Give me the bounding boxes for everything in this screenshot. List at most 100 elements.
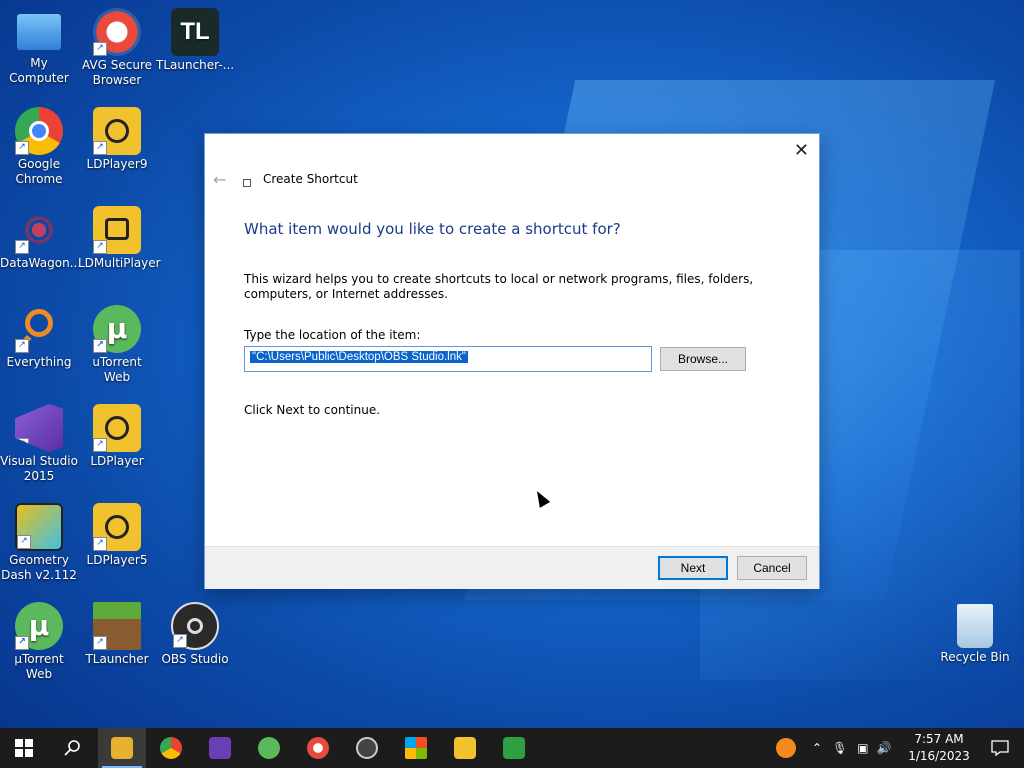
geometry-dash-icon: ↗ [15,503,63,551]
desktop-icon-label: uTorrent Web [92,355,142,384]
chevron-up-icon[interactable]: ⌃ [812,741,822,755]
microsoft-store-icon [405,737,427,759]
shortcut-arrow-icon: ↗ [93,438,107,452]
ldplayer-icon: ↗ [93,107,141,155]
desktop-icon-label: LDMultiPlayer [78,256,161,270]
desktop-icon-everything[interactable]: ↗ Everything [0,305,78,370]
desktop-icon-label: DataWagon... [0,256,82,270]
desktop-icon-label: µTorrent Web [14,652,64,681]
desktop-icon-geometry-dash[interactable]: ↗ Geometry Dash v2.112 [0,503,78,583]
avg-browser-icon: ↗ [93,8,141,56]
taskbar-obs[interactable] [343,728,391,768]
shortcut-arrow-icon: ↗ [173,634,187,648]
xbox-icon [503,737,525,759]
taskbar-xbox[interactable] [490,728,538,768]
taskbar-microsoft-store[interactable] [392,728,440,768]
desktop-icon-my-computer[interactable]: My Computer [0,8,78,86]
desktop-icon-utorrent-web-2[interactable]: µ ↗ µTorrent Web [0,602,78,682]
volume-icon[interactable]: 🔊 [877,741,892,755]
desktop-icon-tlauncher[interactable]: ↗ TLauncher [78,602,156,667]
cancel-button[interactable]: Cancel [737,556,807,580]
create-shortcut-dialog: ✕ ← Create Shortcut What item would you … [205,134,819,589]
shortcut-arrow-icon: ↗ [15,339,29,353]
desktop-icon-ldmultiplayer[interactable]: ↗ LDMultiPlayer [78,206,161,271]
chrome-icon [160,737,182,759]
system-tray: ⌃ 🎙 ▣ 🔊 [776,728,892,768]
taskbar-chrome[interactable] [147,728,195,768]
desktop-icon-ldplayer9[interactable]: ↗ LDPlayer9 [78,107,156,172]
windows-icon [15,739,33,757]
taskbar-ldplayer[interactable] [441,728,489,768]
desktop-icon-visual-studio[interactable]: ↗ Visual Studio 2015 [0,404,78,484]
desktop-icon-obs-studio[interactable]: ↗ OBS Studio [156,602,234,667]
desktop-icon-label: Recycle Bin [940,650,1010,664]
desktop-icon-label: AVG Secure Browser [81,58,153,87]
minecraft-icon: ↗ [93,602,141,650]
desktop-icon-avg-browser[interactable]: ↗ AVG Secure Browser [78,8,156,88]
taskbar: ⌃ 🎙 ▣ 🔊 7:57 AM 1/16/2023 [0,728,1024,768]
dialog-title: Create Shortcut [263,172,358,186]
dialog-footer: Next Cancel [205,546,819,589]
location-input[interactable]: "C:\Users\Public\Desktop\OBS Studio.lnk" [244,346,652,372]
shortcut-arrow-icon: ↗ [15,438,29,452]
visual-studio-icon [209,737,231,759]
computer-icon [17,14,61,50]
shortcut-arrow-icon: ↗ [93,240,107,254]
shortcut-arrow-icon: ↗ [93,537,107,551]
search-button[interactable] [48,728,96,768]
clock-date: 1/16/2023 [908,749,970,763]
taskbar-file-explorer[interactable] [98,728,146,768]
action-center-button[interactable] [976,728,1024,768]
shortcut-arrow-icon: ↗ [17,535,31,549]
avg-browser-icon [307,737,329,759]
desktop-icon-datawagon[interactable]: ↗ DataWagon... [0,206,82,271]
obs-icon: ↗ [171,602,219,650]
network-icon[interactable]: ▣ [857,741,868,755]
desktop-icon-label: Everything [6,355,72,369]
tlauncher-icon: TL [171,8,219,56]
back-arrow-icon[interactable]: ← [213,170,226,189]
continue-hint: Click Next to continue. [244,403,381,417]
utorrent-icon [258,737,280,759]
shortcut-arrow-icon: ↗ [93,141,107,155]
shortcut-arrow-icon: ↗ [15,141,29,155]
ldplayer-icon [454,737,476,759]
clock[interactable]: 7:57 AM 1/16/2023 [905,731,973,765]
browse-button[interactable]: Browse... [660,347,746,371]
location-label: Type the location of the item: [244,328,421,342]
desktop-icon-google-chrome[interactable]: ↗ Google Chrome [0,107,78,187]
desktop-icon-ldplayer[interactable]: ↗ LDPlayer [78,404,156,469]
desktop-icon-label: My Computer [9,56,69,85]
desktop-icon-utorrent-web[interactable]: µ ↗ uTorrent Web [78,305,156,385]
wizard-description: This wizard helps you to create shortcut… [244,272,754,301]
utorrent-icon: µ ↗ [93,305,141,353]
desktop-icon-tlauncher-installer[interactable]: TL TLauncher-... [156,8,234,73]
start-button[interactable] [0,728,48,768]
ldmultiplayer-icon: ↗ [93,206,141,254]
desktop-icon-recycle-bin[interactable]: Recycle Bin [936,602,1014,665]
location-input-value: "C:\Users\Public\Desktop\OBS Studio.lnk" [250,351,468,363]
ldplayer-icon: ↗ [93,404,141,452]
desktop-icon-label: LDPlayer [90,454,144,468]
taskbar-visual-studio[interactable] [196,728,244,768]
utorrent-icon: µ ↗ [15,602,63,650]
notification-dot-icon[interactable] [776,738,796,758]
shortcut-arrow-icon: ↗ [15,636,29,650]
desktop-icon-label: TLauncher-... [156,58,235,72]
taskbar-avg-browser[interactable] [294,728,342,768]
desktop-icon-label: OBS Studio [161,652,229,666]
desktop-icon-label: TLauncher [85,652,149,666]
recycle-bin-icon [957,604,993,648]
close-icon[interactable]: ✕ [794,140,809,161]
shortcut-arrow-icon: ↗ [93,636,107,650]
desktop-icon-ldplayer5[interactable]: ↗ LDPlayer5 [78,503,156,568]
obs-icon [356,737,378,759]
microphone-icon[interactable]: 🎙 [832,741,847,755]
notification-icon [991,740,1009,756]
desktop-icon-label: LDPlayer9 [86,157,148,171]
next-button[interactable]: Next [658,556,728,580]
visual-studio-icon: ↗ [15,404,63,452]
desktop-icon-label: Visual Studio 2015 [0,454,78,483]
datawagon-icon: ↗ [15,206,63,254]
taskbar-utorrent[interactable] [245,728,293,768]
